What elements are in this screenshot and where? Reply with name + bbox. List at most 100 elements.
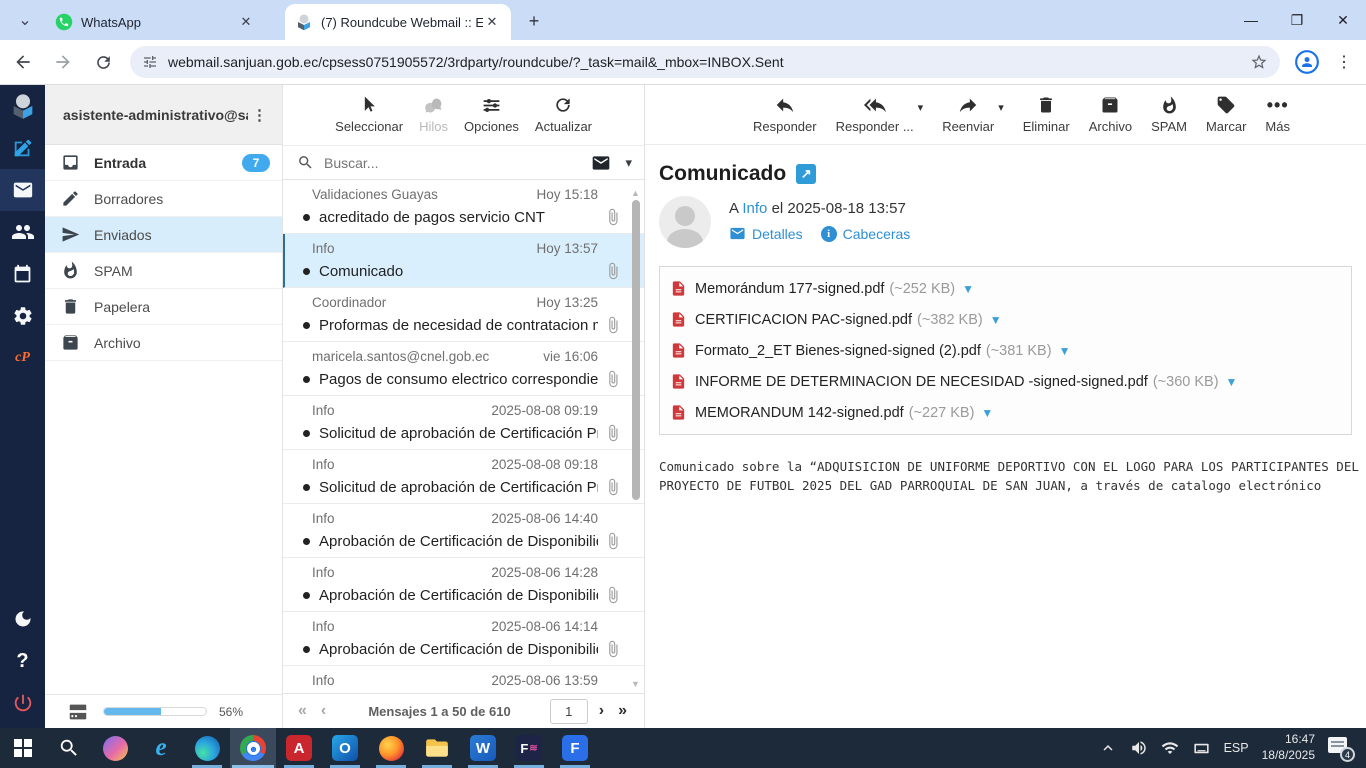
tray-expand-button[interactable] <box>1099 739 1117 757</box>
acrobat-button[interactable]: A <box>276 728 322 768</box>
close-button[interactable]: ✕ <box>1320 0 1366 40</box>
signing-app-button[interactable]: F ≋ <box>506 728 552 768</box>
scroll-down-icon[interactable]: ▼ <box>631 679 640 689</box>
tab-roundcube[interactable]: (7) Roundcube Webmail :: Envia ✕ <box>285 4 511 40</box>
attachment-item[interactable]: MEMORANDUM 142-signed.pdf (~227 KB) ▼ <box>670 404 993 421</box>
sidebar-item-enviados[interactable]: Enviados <box>45 217 282 253</box>
browser-menu-icon[interactable]: ⋮ <box>1332 52 1356 72</box>
options-button[interactable]: Opciones <box>464 93 519 134</box>
reply-all-button[interactable]: Responder ... <box>836 93 914 134</box>
scroll-up-icon[interactable]: ▲ <box>631 188 640 198</box>
more-button[interactable]: ••• Más <box>1265 93 1290 135</box>
chevron-down-icon[interactable]: ▾ <box>998 101 1004 114</box>
search-scope-icon[interactable] <box>591 153 611 173</box>
chevron-down-icon[interactable]: ▾ <box>625 155 632 171</box>
forward-button[interactable]: Reenviar <box>942 93 994 134</box>
table-row[interactable]: Info 2025-08-06 14:14 Aprobación de Certi… <box>283 612 644 666</box>
prev-page-button[interactable]: ‹ <box>314 702 333 720</box>
next-page-button[interactable]: › <box>592 702 611 720</box>
table-row[interactable]: Info 2025-08-06 14:40 Aprobación de Certi… <box>283 504 644 558</box>
help-button[interactable]: ? <box>0 640 45 682</box>
attachment-item[interactable]: Memorándum 177-signed.pdf (~252 KB) ▼ <box>670 280 974 297</box>
compose-button[interactable] <box>0 127 45 169</box>
table-row[interactable]: maricela.santos@cnel.gob.ec vie 16:06 Pag… <box>283 342 644 396</box>
mark-button[interactable]: Marcar <box>1206 93 1246 134</box>
firma-app-button[interactable]: F <box>552 728 598 768</box>
attachment-name[interactable]: MEMORANDUM 142-signed.pdf <box>695 405 904 421</box>
list-scrollbar[interactable]: ▲ ▼ <box>631 180 641 693</box>
search-input[interactable] <box>324 154 592 171</box>
profile-icon[interactable] <box>1294 49 1320 75</box>
edge-button[interactable] <box>184 728 230 768</box>
settings-nav-button[interactable] <box>0 295 45 337</box>
chevron-down-icon[interactable]: ▼ <box>990 313 1002 327</box>
language-indicator[interactable]: ESP <box>1224 741 1249 755</box>
new-tab-button[interactable]: + <box>522 9 546 33</box>
threads-button[interactable]: Hilos <box>419 93 448 134</box>
spam-button[interactable]: SPAM <box>1151 93 1187 134</box>
contacts-nav-button[interactable] <box>0 211 45 253</box>
table-row[interactable]: Info 2025-08-06 14:28 Aprobación de Certi… <box>283 558 644 612</box>
tab-close-icon[interactable]: ✕ <box>483 13 501 31</box>
word-button[interactable]: W <box>460 728 506 768</box>
address-bar[interactable]: webmail.sanjuan.gob.ec/cpsess0751905572/… <box>130 46 1280 78</box>
notification-center-button[interactable]: 4 <box>1328 737 1355 762</box>
attachment-item[interactable]: Formato_2_ET Bienes-signed-signed (2).pd… <box>670 342 1070 359</box>
chevron-down-icon[interactable]: ▼ <box>981 406 993 420</box>
wifi-icon[interactable] <box>1161 739 1179 757</box>
taskbar-search-button[interactable] <box>46 728 92 768</box>
sidebar-item-papelera[interactable]: Papelera <box>45 289 282 325</box>
bookmark-star-icon[interactable] <box>1250 53 1268 71</box>
recipient-link[interactable]: Info <box>742 200 767 217</box>
chevron-down-icon[interactable]: ▼ <box>1226 375 1238 389</box>
calendar-nav-button[interactable] <box>0 253 45 295</box>
chrome-button[interactable]: ☻ <box>230 728 276 768</box>
back-button[interactable] <box>6 45 40 79</box>
sidebar-item-spam[interactable]: SPAM <box>45 253 282 289</box>
scrollbar-thumb[interactable] <box>632 200 640 500</box>
last-page-button[interactable]: » <box>611 702 634 720</box>
page-number-input[interactable] <box>549 698 588 724</box>
file-explorer-button[interactable] <box>414 728 460 768</box>
volume-icon[interactable] <box>1130 739 1148 757</box>
tab-whatsapp[interactable]: WhatsApp ✕ <box>45 4 265 40</box>
table-row-selected[interactable]: Info Hoy 13:57 Comunicado <box>283 234 644 288</box>
attachment-name[interactable]: CERTIFICACION PAC-signed.pdf <box>695 312 912 328</box>
table-row[interactable]: Coordinador Hoy 13:25 Proformas de necesi… <box>283 288 644 342</box>
refresh-button[interactable]: Actualizar <box>535 93 592 134</box>
minimize-button[interactable]: — <box>1228 0 1274 40</box>
dark-mode-button[interactable] <box>0 598 45 640</box>
open-in-new-window-icon[interactable]: ↗ <box>796 164 817 184</box>
headers-toggle[interactable]: i Cabeceras <box>820 225 910 242</box>
sidebar-item-entrada[interactable]: Entrada 7 <box>45 145 282 181</box>
tab-close-icon[interactable]: ✕ <box>237 13 255 31</box>
reload-button[interactable] <box>86 45 120 79</box>
chevron-down-icon[interactable]: ▾ <box>918 101 924 114</box>
attachment-name[interactable]: Memorándum 177-signed.pdf <box>695 281 884 297</box>
sidebar-item-archivo[interactable]: Archivo <box>45 325 282 361</box>
reply-button[interactable]: Responder <box>753 93 817 134</box>
sidebar-item-borradores[interactable]: Borradores <box>45 181 282 217</box>
delete-button[interactable]: Eliminar <box>1023 93 1070 134</box>
table-row[interactable]: Info 2025-08-08 09:18 Solicitud de aproba… <box>283 450 644 504</box>
touch-keyboard-icon[interactable] <box>1192 739 1211 758</box>
chevron-down-icon[interactable]: ▼ <box>1059 344 1071 358</box>
first-page-button[interactable]: « <box>291 702 314 720</box>
attachment-name[interactable]: INFORME DE DETERMINACION DE NECESIDAD -s… <box>695 374 1148 390</box>
table-row[interactable]: Info 2025-08-08 09:19 Solicitud de aproba… <box>283 396 644 450</box>
site-info-icon[interactable] <box>142 54 158 70</box>
account-menu-icon[interactable]: ⋮ <box>248 106 272 124</box>
archive-button[interactable]: Archivo <box>1089 93 1132 134</box>
attachment-name[interactable]: Formato_2_ET Bienes-signed-signed (2).pd… <box>695 343 981 359</box>
mail-nav-button[interactable] <box>0 169 45 211</box>
attachment-item[interactable]: INFORME DE DETERMINACION DE NECESIDAD -s… <box>670 373 1237 390</box>
tab-search-button[interactable]: ⌄ <box>10 8 40 32</box>
outlook-button[interactable]: O <box>322 728 368 768</box>
internet-explorer-button[interactable]: e <box>138 728 184 768</box>
clock[interactable]: 16:47 18/8/2025 <box>1262 732 1315 763</box>
start-button[interactable] <box>0 728 46 768</box>
attachment-item[interactable]: CERTIFICACION PAC-signed.pdf (~382 KB) ▼ <box>670 311 1002 328</box>
table-row[interactable]: Validaciones Guayas Hoy 15:18 acreditado … <box>283 180 644 234</box>
table-row[interactable]: Info 2025-08-06 13:59 <box>283 666 644 693</box>
restore-button[interactable]: ❐ <box>1274 0 1320 40</box>
